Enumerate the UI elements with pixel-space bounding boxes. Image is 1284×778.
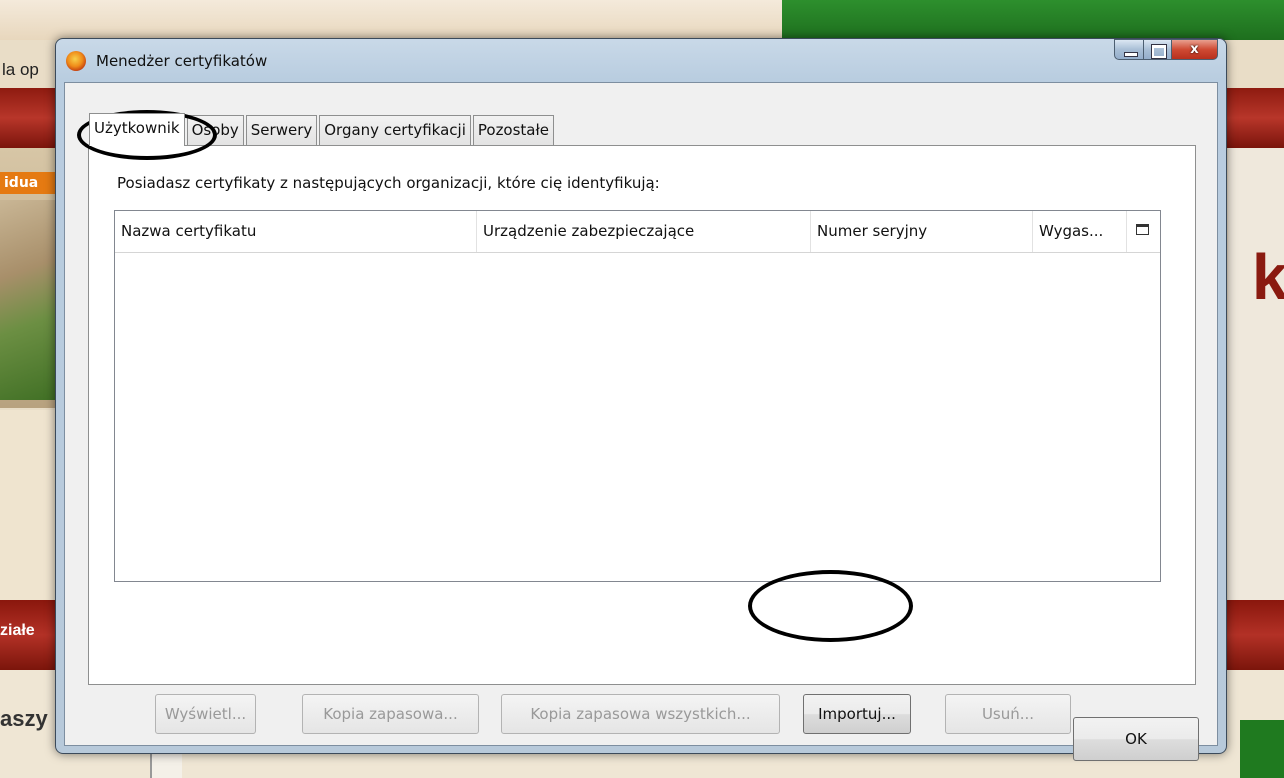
certificate-manager-window: Menedżer certyfikatów x Użytkownik Osoby… (55, 38, 1227, 761)
title-bar[interactable]: Menedżer certyfikatów x (56, 39, 1226, 83)
tab-others[interactable]: Pozostałe (472, 115, 554, 145)
column-header-expires[interactable]: Wygas... (1033, 211, 1127, 252)
tab-authorities[interactable]: Organy certyfikacji (319, 115, 471, 145)
dialog-client-area: Użytkownik Osoby Serwery Organy certyfik… (64, 82, 1218, 761)
window-title: Menedżer certyfikatów (96, 52, 268, 70)
background-text-bottom: aszy (0, 706, 48, 731)
close-button[interactable]: x (1172, 39, 1218, 60)
column-header-serial[interactable]: Numer seryjny (811, 211, 1033, 252)
minimize-icon (1124, 52, 1138, 57)
import-button[interactable]: Importuj... (803, 694, 911, 734)
column-header-device[interactable]: Urządzenie zabezpieczające (477, 211, 811, 252)
column-picker-button[interactable] (1127, 211, 1160, 252)
tab-servers[interactable]: Serwery (245, 115, 318, 145)
close-icon: x (1190, 42, 1199, 57)
firefox-icon (66, 51, 86, 71)
tab-people[interactable]: Osoby (186, 115, 244, 145)
backup-all-button[interactable]: Kopia zapasowa wszystkich... (501, 694, 780, 734)
column-header-name[interactable]: Nazwa certyfikatu (115, 211, 477, 252)
delete-button[interactable]: Usuń... (945, 694, 1071, 734)
background-green-banner (782, 0, 1284, 40)
minimize-button[interactable] (1114, 39, 1144, 60)
background-right-panel (1228, 148, 1284, 600)
background-right-green (1240, 720, 1284, 778)
view-button[interactable]: Wyświetl... (155, 694, 256, 734)
background-section-label: ziałe (0, 622, 35, 639)
maximize-button[interactable] (1144, 39, 1172, 60)
certificate-list[interactable]: Nazwa certyfikatu Urządzenie zabezpiecza… (114, 210, 1161, 582)
ok-button[interactable]: OK (1073, 717, 1199, 761)
tab-bar: Użytkownik Osoby Serwery Organy certyfik… (89, 113, 556, 146)
list-header: Nazwa certyfikatu Urządzenie zabezpiecza… (115, 211, 1160, 253)
window-controls: x (1114, 39, 1218, 61)
background-text-right: ka (1252, 241, 1284, 313)
background-text-left: la op (2, 60, 39, 79)
backup-button[interactable]: Kopia zapasowa... (302, 694, 479, 734)
tab-user[interactable]: Użytkownik (89, 113, 185, 146)
maximize-icon (1151, 44, 1167, 59)
column-picker-icon (1136, 224, 1149, 235)
panel-description: Posiadasz certyfikaty z następujących or… (117, 174, 660, 192)
tab-panel-user: Posiadasz certyfikaty z następujących or… (88, 145, 1196, 734)
